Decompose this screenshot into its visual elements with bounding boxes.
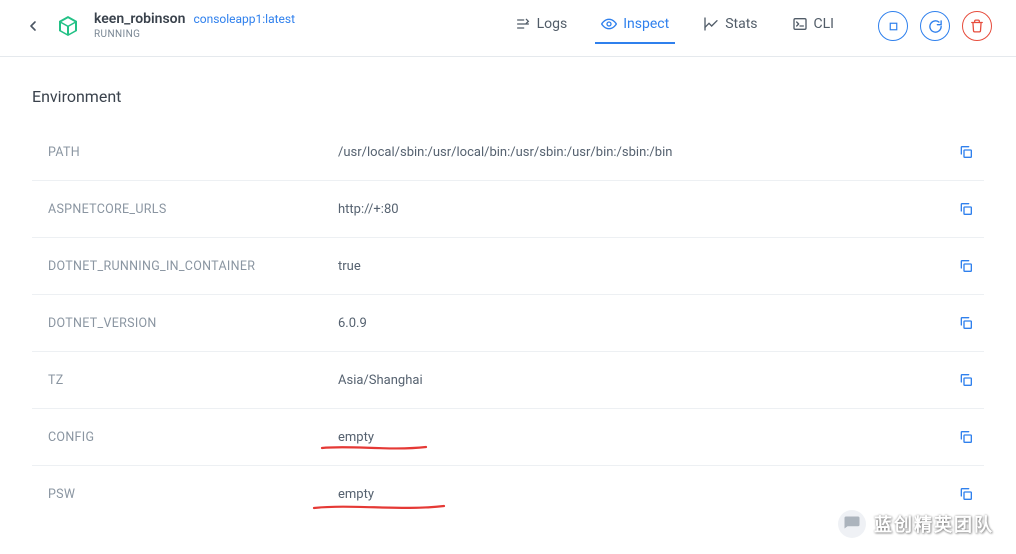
copy-icon (958, 486, 974, 502)
image-tag-link[interactable]: consoleapp1:latest (193, 12, 295, 26)
copy-button[interactable] (956, 484, 976, 504)
copy-button[interactable] (956, 313, 976, 333)
content: Environment PATH /usr/local/sbin:/usr/lo… (0, 57, 1016, 522)
env-row: DOTNET_RUNNING_IN_CONTAINER true (32, 238, 984, 295)
tab-cli[interactable]: CLI (778, 10, 848, 42)
copy-button[interactable] (956, 199, 976, 219)
tabs: Logs Inspect Stats CLI (501, 10, 848, 42)
restart-button[interactable] (920, 11, 950, 41)
env-row: TZ Asia/Shanghai (32, 352, 984, 409)
env-value: /usr/local/sbin:/usr/local/bin:/usr/sbin… (338, 145, 956, 160)
chevron-left-icon (25, 18, 41, 34)
eye-icon (601, 16, 617, 32)
env-key: PATH (48, 145, 338, 160)
header-left: keen_robinson consoleapp1:latest RUNNING (24, 11, 295, 41)
tab-stats[interactable]: Stats (689, 10, 771, 42)
env-row: CONFIG empty (32, 409, 984, 466)
tab-inspect[interactable]: Inspect (587, 10, 683, 42)
section-title: Environment (32, 87, 984, 106)
env-value: empty (338, 430, 956, 445)
env-value-text: empty (338, 487, 374, 502)
stop-icon (887, 20, 900, 33)
copy-button[interactable] (956, 370, 976, 390)
env-row: ASPNETCORE_URLS http://+:80 (32, 181, 984, 238)
tab-label: Inspect (623, 16, 669, 32)
copy-icon (958, 201, 974, 217)
container-icon (56, 14, 80, 38)
copy-icon (958, 429, 974, 445)
copy-icon (958, 258, 974, 274)
page-header: keen_robinson consoleapp1:latest RUNNING… (0, 0, 1016, 57)
copy-button[interactable] (956, 427, 976, 447)
terminal-icon (792, 16, 808, 32)
env-value: http://+:80 (338, 202, 956, 217)
stats-icon (703, 16, 719, 32)
env-key: ASPNETCORE_URLS (48, 202, 338, 217)
stop-button[interactable] (878, 11, 908, 41)
env-key: CONFIG (48, 430, 338, 445)
container-name: keen_robinson (94, 11, 185, 28)
copy-icon (958, 315, 974, 331)
env-table: PATH /usr/local/sbin:/usr/local/bin:/usr… (32, 124, 984, 522)
trash-icon (970, 19, 984, 33)
delete-button[interactable] (962, 11, 992, 41)
annotation-underline-icon (312, 502, 446, 512)
status-label: RUNNING (94, 29, 295, 41)
copy-button[interactable] (956, 256, 976, 276)
env-row: PATH /usr/local/sbin:/usr/local/bin:/usr… (32, 124, 984, 181)
copy-icon (958, 372, 974, 388)
header-right: Logs Inspect Stats CLI (501, 10, 992, 42)
env-key: PSW (48, 487, 338, 502)
copy-icon (958, 144, 974, 160)
env-value: 6.0.9 (338, 316, 956, 331)
tab-label: Logs (537, 16, 568, 32)
title-block: keen_robinson consoleapp1:latest RUNNING (94, 11, 295, 41)
back-button[interactable] (24, 17, 42, 35)
env-value: empty (338, 487, 956, 502)
restart-icon (928, 19, 943, 34)
env-key: DOTNET_VERSION (48, 316, 338, 331)
env-value: Asia/Shanghai (338, 373, 956, 388)
logs-icon (515, 16, 531, 32)
tab-label: Stats (725, 16, 757, 32)
tab-label: CLI (814, 16, 834, 32)
env-row: DOTNET_VERSION 6.0.9 (32, 295, 984, 352)
env-key: DOTNET_RUNNING_IN_CONTAINER (48, 259, 338, 274)
env-row: PSW empty (32, 466, 984, 522)
env-value: true (338, 259, 956, 274)
tab-logs[interactable]: Logs (501, 10, 582, 42)
env-value-text: empty (338, 430, 374, 445)
copy-button[interactable] (956, 142, 976, 162)
env-key: TZ (48, 373, 338, 388)
